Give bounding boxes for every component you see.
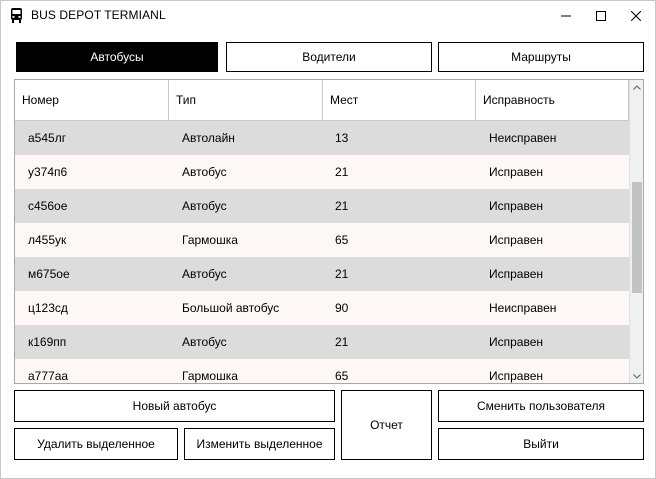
buses-table[interactable]: Номер Тип Мест Исправность а545лг Автола… — [14, 79, 644, 384]
cell-type: Автобус — [182, 335, 227, 349]
cell-type: Гармошка — [182, 369, 238, 383]
scroll-down-button[interactable] — [630, 369, 643, 383]
close-button[interactable] — [613, 1, 656, 30]
cell-number: м675ое — [28, 267, 70, 281]
cell-condition: Исправен — [489, 369, 544, 383]
chevron-up-icon — [633, 84, 641, 90]
table-row[interactable]: ц123сд Большой автобус 90 Неисправен — [15, 291, 629, 325]
switch-user-button[interactable]: Сменить пользователя — [438, 390, 644, 422]
column-header-type[interactable]: Тип — [169, 80, 323, 120]
cell-number: к169пп — [28, 335, 67, 349]
column-header-condition[interactable]: Исправность — [476, 80, 629, 120]
app-window: BUS DEPOT TERMIANL Автобусы Водители Мар… — [0, 0, 656, 479]
table-row[interactable]: а545лг Автолайн 13 Неисправен — [15, 121, 629, 155]
cell-number: у374п6 — [28, 165, 68, 179]
cell-type: Большой автобус — [182, 301, 280, 315]
cell-condition: Исправен — [489, 199, 544, 213]
cell-seats: 21 — [335, 165, 349, 179]
cell-seats: 65 — [335, 369, 349, 383]
exit-button[interactable]: Выйти — [438, 428, 644, 460]
cell-seats: 90 — [335, 301, 349, 315]
title-bar[interactable]: BUS DEPOT TERMIANL — [1, 1, 655, 30]
cell-number: с456ое — [28, 199, 68, 213]
table-row[interactable]: м675ое Автобус 21 Исправен — [15, 257, 629, 291]
table-body: а545лг Автолайн 13 Неисправен у374п6 Авт… — [15, 121, 629, 383]
scroll-up-button[interactable] — [630, 80, 643, 94]
delete-selected-button[interactable]: Удалить выделенное — [14, 428, 178, 460]
bus-icon — [10, 8, 23, 23]
close-icon — [631, 10, 641, 21]
table-row[interactable]: с456ое Автобус 21 Исправен — [15, 189, 629, 223]
cell-condition: Неисправен — [489, 301, 557, 315]
maximize-icon — [596, 10, 606, 21]
table-row[interactable]: у374п6 Автобус 21 Исправен — [15, 155, 629, 189]
cell-seats: 65 — [335, 233, 349, 247]
new-bus-button[interactable]: Новый автобус — [14, 390, 335, 422]
cell-number: ц123сд — [28, 301, 68, 315]
tab-buses[interactable]: Автобусы — [16, 42, 218, 72]
cell-condition: Исправен — [489, 267, 544, 281]
vertical-scrollbar[interactable] — [629, 80, 643, 383]
cell-seats: 13 — [335, 131, 349, 145]
tab-drivers[interactable]: Водители — [226, 42, 432, 72]
edit-selected-button[interactable]: Изменить выделенное — [184, 428, 335, 460]
cell-number: а545лг — [28, 131, 67, 145]
cell-condition: Исправен — [489, 165, 544, 179]
table-row[interactable]: л455ук Гармошка 65 Исправен — [15, 223, 629, 257]
cell-seats: 21 — [335, 199, 349, 213]
column-header-number[interactable]: Номер — [15, 80, 169, 120]
tab-routes[interactable]: Маршруты — [438, 42, 644, 72]
scrollbar-thumb[interactable] — [632, 182, 642, 293]
cell-number: а777аа — [28, 369, 69, 383]
chevron-down-icon — [633, 373, 641, 379]
table-row[interactable]: а777аа Гармошка 65 Исправен — [15, 359, 629, 383]
cell-type: Гармошка — [182, 233, 238, 247]
cell-condition: Неисправен — [489, 131, 557, 145]
cell-type: Автобус — [182, 267, 227, 281]
cell-condition: Исправен — [489, 233, 544, 247]
window-title: BUS DEPOT TERMIANL — [31, 8, 166, 22]
cell-type: Автобус — [182, 199, 227, 213]
minimize-icon — [561, 15, 571, 16]
cell-type: Автобус — [182, 165, 227, 179]
table-header: Номер Тип Мест Исправность — [15, 80, 629, 121]
cell-seats: 21 — [335, 335, 349, 349]
cell-type: Автолайн — [182, 131, 235, 145]
cell-condition: Исправен — [489, 335, 544, 349]
table-row[interactable]: к169пп Автобус 21 Исправен — [15, 325, 629, 359]
column-header-seats[interactable]: Мест — [323, 80, 476, 120]
cell-number: л455ук — [28, 233, 67, 247]
cell-seats: 21 — [335, 267, 349, 281]
report-button[interactable]: Отчет — [341, 390, 432, 460]
